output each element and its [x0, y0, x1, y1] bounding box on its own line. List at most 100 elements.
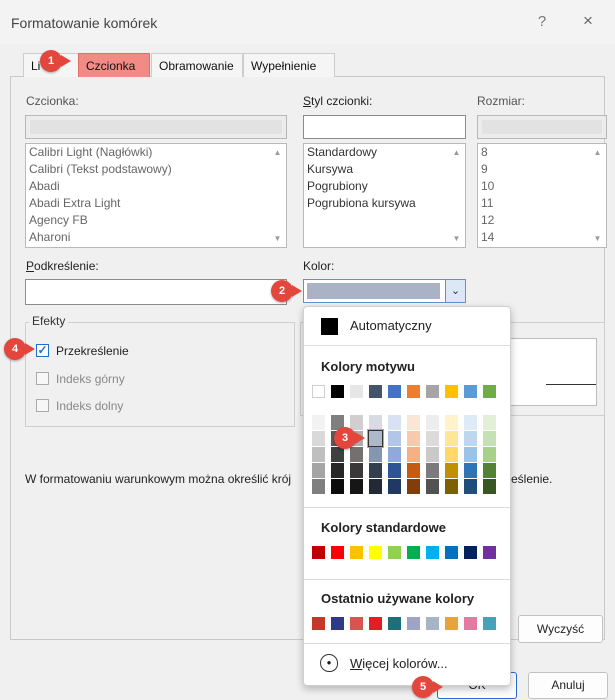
recent-color-swatch[interactable]	[388, 617, 401, 630]
theme-shade-swatch[interactable]	[331, 447, 344, 462]
size-list-item[interactable]: 12	[478, 212, 606, 229]
theme-shade-swatch[interactable]	[331, 463, 344, 478]
theme-shade-swatch[interactable]	[407, 431, 420, 446]
theme-shade-swatch[interactable]	[483, 415, 496, 430]
theme-shade-swatch[interactable]	[388, 463, 401, 478]
scroll-up-icon[interactable]: ▲	[589, 144, 606, 161]
theme-shade-swatch[interactable]	[426, 463, 439, 478]
standard-color-swatch[interactable]	[464, 546, 477, 559]
theme-shade-swatch[interactable]	[388, 479, 401, 494]
automatic-color-label[interactable]: Automatyczny	[350, 318, 432, 333]
theme-shade-swatch[interactable]	[331, 479, 344, 494]
more-colors-button[interactable]: Więcej kolorów...	[350, 656, 448, 671]
size-list[interactable]: 8 9 10 11 12 14 ▲ ▼	[477, 143, 607, 248]
theme-shade-swatch[interactable]	[350, 463, 363, 478]
standard-color-swatch[interactable]	[388, 546, 401, 559]
theme-color-swatch[interactable]	[312, 385, 325, 398]
subscript-checkbox[interactable]	[36, 399, 49, 412]
standard-color-swatch[interactable]	[483, 546, 496, 559]
standard-color-swatch[interactable]	[445, 546, 458, 559]
size-list-item[interactable]: 8	[478, 144, 606, 161]
theme-shade-swatch[interactable]	[407, 479, 420, 494]
font-list-item[interactable]: Abadi	[26, 178, 286, 195]
recent-color-swatch[interactable]	[312, 617, 325, 630]
theme-shade-swatch[interactable]	[426, 447, 439, 462]
theme-shade-swatch[interactable]	[369, 479, 382, 494]
theme-shade-swatch[interactable]	[445, 415, 458, 430]
style-list-item[interactable]: Standardowy	[304, 144, 465, 161]
standard-color-swatch[interactable]	[407, 546, 420, 559]
size-input[interactable]	[477, 115, 607, 139]
superscript-label[interactable]: Indeks górny	[56, 372, 125, 386]
strikethrough-label[interactable]: Przekreślenie	[56, 344, 129, 358]
recent-color-swatch[interactable]	[369, 617, 382, 630]
underline-dropdown[interactable]	[25, 279, 287, 305]
tab-czcionka[interactable]: Czcionka	[78, 53, 150, 77]
size-list-item[interactable]: 11	[478, 195, 606, 212]
theme-shade-swatch[interactable]	[445, 463, 458, 478]
standard-color-swatch[interactable]	[312, 546, 325, 559]
theme-shade-swatch[interactable]	[312, 415, 325, 430]
subscript-label[interactable]: Indeks dolny	[56, 399, 123, 413]
theme-shade-swatch[interactable]	[445, 479, 458, 494]
size-list-item[interactable]: 9	[478, 161, 606, 178]
tab-wypelnienie[interactable]: Wypełnienie	[243, 53, 335, 77]
theme-shade-swatch[interactable]	[483, 463, 496, 478]
theme-shade-swatch[interactable]	[388, 431, 401, 446]
selected-theme-shade-swatch[interactable]	[368, 430, 383, 447]
theme-shade-swatch[interactable]	[312, 463, 325, 478]
theme-shade-swatch[interactable]	[312, 479, 325, 494]
theme-shade-swatch[interactable]	[350, 479, 363, 494]
theme-color-swatch[interactable]	[445, 385, 458, 398]
font-list-item[interactable]: Agency FB	[26, 212, 286, 229]
theme-shade-swatch[interactable]	[350, 447, 363, 462]
scroll-up-icon[interactable]: ▲	[269, 144, 286, 161]
recent-color-swatch[interactable]	[483, 617, 496, 630]
style-list-scrollbar[interactable]: ▲ ▼	[448, 144, 465, 247]
automatic-color-swatch[interactable]	[321, 318, 338, 335]
font-list-scrollbar[interactable]: ▲ ▼	[269, 144, 286, 247]
font-list-item[interactable]: Aharoni	[26, 229, 286, 246]
theme-color-swatch[interactable]	[483, 385, 496, 398]
theme-shade-swatch[interactable]	[426, 415, 439, 430]
recent-color-swatch[interactable]	[445, 617, 458, 630]
theme-color-swatch[interactable]	[426, 385, 439, 398]
theme-shade-swatch[interactable]	[483, 431, 496, 446]
font-list-item[interactable]: Abadi Extra Light	[26, 195, 286, 212]
standard-color-swatch[interactable]	[331, 546, 344, 559]
strikethrough-checkbox[interactable]: ✓	[36, 344, 49, 357]
close-button[interactable]: ×	[576, 11, 600, 33]
chevron-down-icon[interactable]: ⌄	[445, 280, 465, 302]
standard-color-swatch[interactable]	[369, 546, 382, 559]
theme-shade-swatch[interactable]	[426, 479, 439, 494]
scroll-down-icon[interactable]: ▼	[448, 230, 465, 247]
theme-shade-swatch[interactable]	[464, 431, 477, 446]
theme-color-swatch[interactable]	[350, 385, 363, 398]
theme-shade-swatch[interactable]	[464, 415, 477, 430]
style-input[interactable]	[303, 115, 466, 139]
standard-color-swatch[interactable]	[350, 546, 363, 559]
size-list-scrollbar[interactable]: ▲ ▼	[589, 144, 606, 247]
theme-shade-swatch[interactable]	[464, 479, 477, 494]
theme-shade-swatch[interactable]	[483, 447, 496, 462]
theme-color-swatch[interactable]	[388, 385, 401, 398]
superscript-checkbox[interactable]	[36, 372, 49, 385]
theme-shade-swatch[interactable]	[445, 431, 458, 446]
scroll-down-icon[interactable]: ▼	[269, 230, 286, 247]
theme-shade-swatch[interactable]	[407, 463, 420, 478]
theme-shade-swatch[interactable]	[426, 431, 439, 446]
theme-shade-swatch[interactable]	[350, 415, 363, 430]
theme-color-swatch[interactable]	[369, 385, 382, 398]
size-list-item[interactable]: 14	[478, 229, 606, 246]
cancel-button[interactable]: Anuluj	[528, 672, 608, 699]
theme-shade-swatch[interactable]	[445, 447, 458, 462]
theme-color-swatch[interactable]	[464, 385, 477, 398]
theme-shade-swatch[interactable]	[369, 463, 382, 478]
theme-shade-swatch[interactable]	[369, 415, 382, 430]
recent-color-swatch[interactable]	[407, 617, 420, 630]
style-list-item[interactable]: Pogrubiona kursywa	[304, 195, 465, 212]
recent-color-swatch[interactable]	[331, 617, 344, 630]
font-input[interactable]	[25, 115, 287, 139]
tab-obramowanie[interactable]: Obramowanie	[151, 53, 243, 77]
font-list-item[interactable]: Calibri (Tekst podstawowy)	[26, 161, 286, 178]
